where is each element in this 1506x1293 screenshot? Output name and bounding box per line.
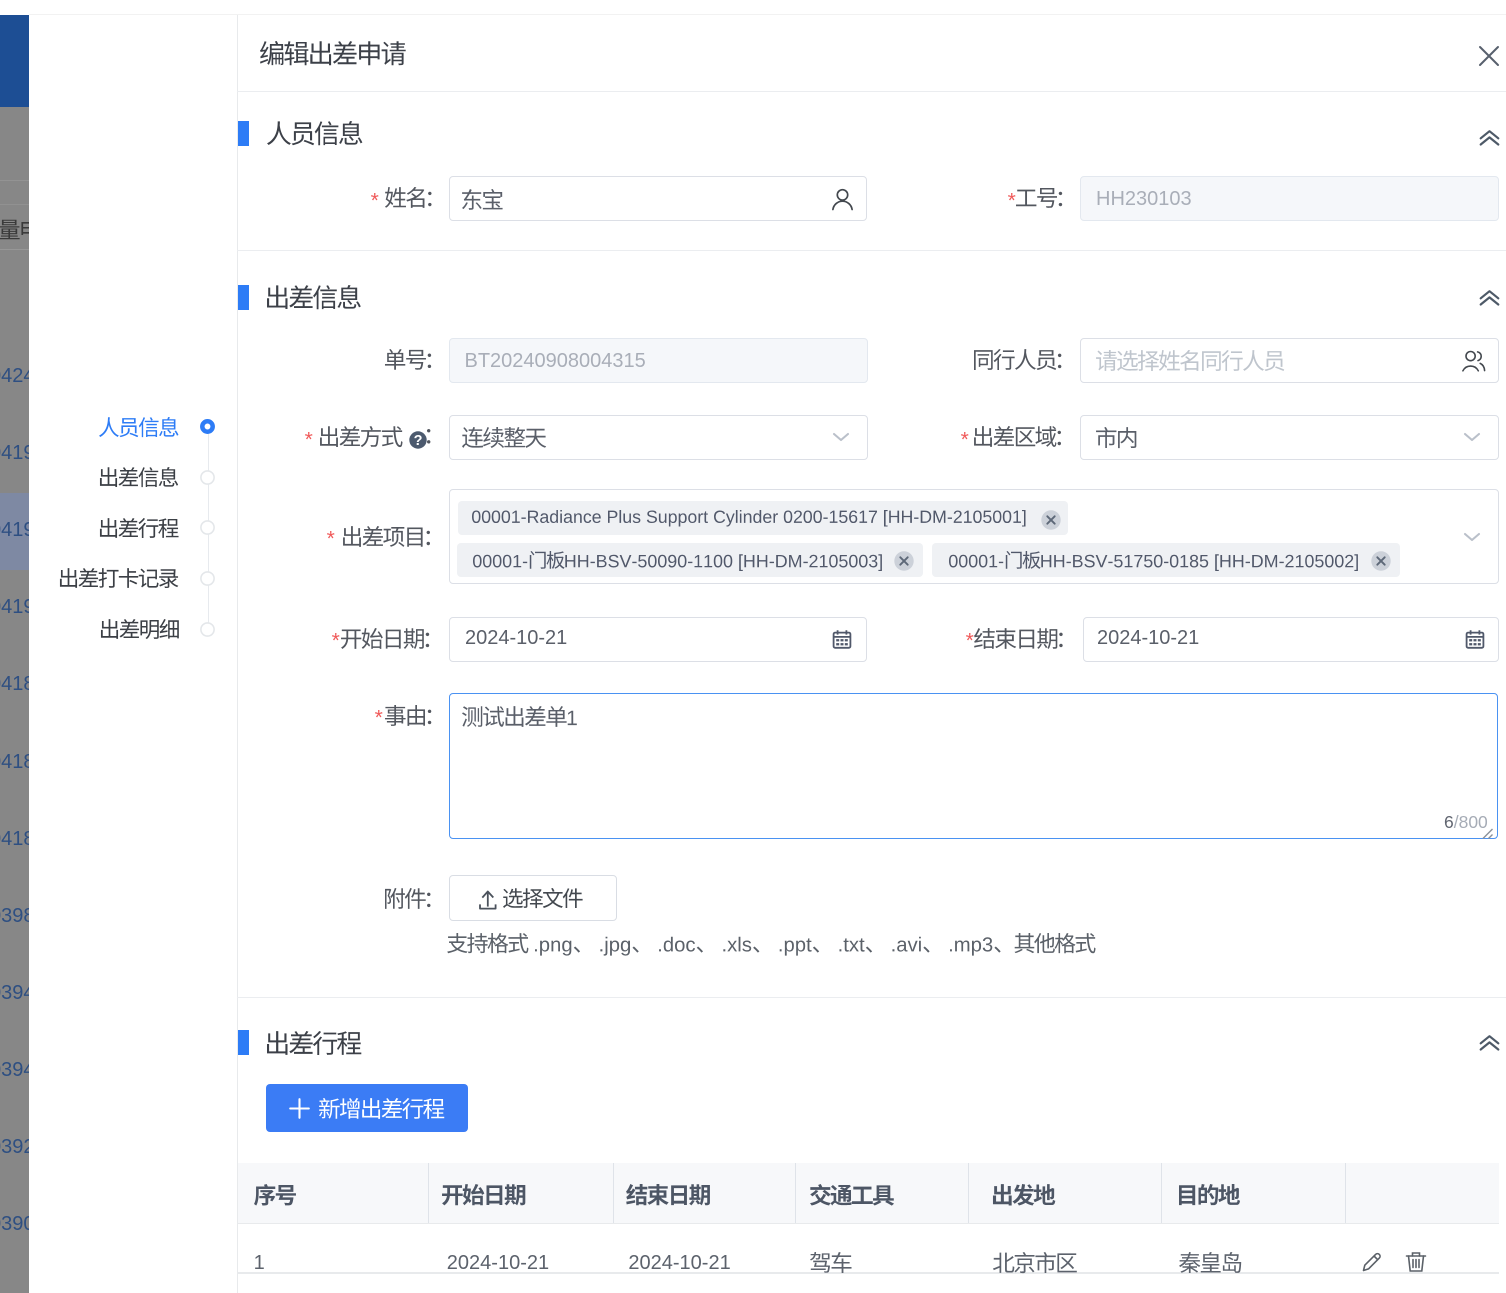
svg-text:?: ? xyxy=(414,433,423,449)
